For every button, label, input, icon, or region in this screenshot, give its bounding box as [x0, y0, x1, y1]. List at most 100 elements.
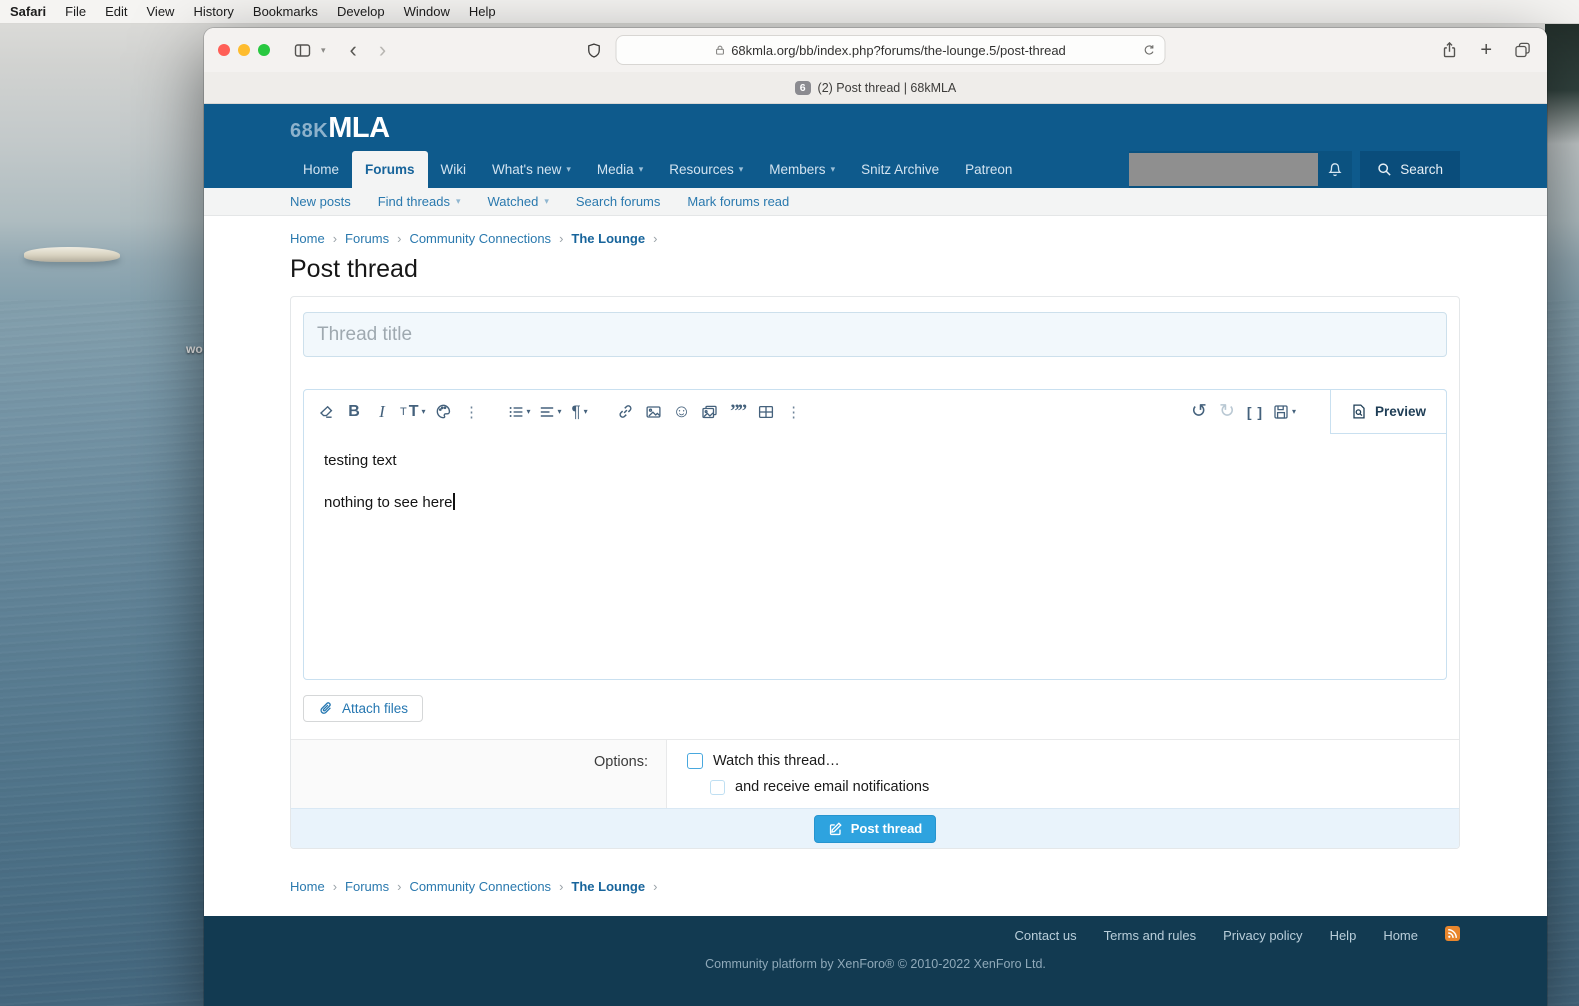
- insert-link-button[interactable]: [612, 398, 640, 426]
- alignment-button[interactable]: ▾: [535, 398, 566, 426]
- text-size-icon: T: [400, 405, 407, 418]
- logo-prefix: 68K: [290, 120, 329, 142]
- logo-suffix: MLA: [328, 112, 390, 144]
- subnav-new-posts[interactable]: New posts: [290, 194, 351, 209]
- breadcrumb-community-connections[interactable]: Community Connections: [409, 231, 551, 246]
- breadcrumb-separator-icon: ›: [653, 231, 658, 246]
- menubar-item-view[interactable]: View: [147, 4, 175, 19]
- menubar-item-develop[interactable]: Develop: [337, 4, 385, 19]
- footer-home[interactable]: Home: [1383, 928, 1418, 943]
- back-button[interactable]: ‹: [350, 39, 357, 61]
- post-thread-label: Post thread: [850, 821, 923, 836]
- insert-image-button[interactable]: [640, 398, 668, 426]
- privacy-shield-icon[interactable]: [586, 42, 601, 59]
- drafts-button[interactable]: ▾: [1269, 398, 1300, 426]
- account-menu[interactable]: [1129, 151, 1353, 188]
- italic-button[interactable]: I: [368, 398, 396, 426]
- footer-help[interactable]: Help: [1330, 928, 1357, 943]
- more-format-options-button[interactable]: ⋮: [458, 398, 486, 426]
- breadcrumb-forums[interactable]: Forums: [345, 879, 389, 894]
- sidebar-chevron-icon[interactable]: ▾: [321, 45, 326, 56]
- forum-header: 68K MLA Home Forums Wiki What's new ▾ Med…: [204, 104, 1547, 188]
- subnav-watched[interactable]: Watched ▾: [488, 194, 549, 209]
- eraser-icon: [318, 404, 334, 420]
- nav-item-snitz-archive[interactable]: Snitz Archive: [848, 151, 952, 188]
- more-insert-options-button[interactable]: ⋮: [780, 398, 808, 426]
- menubar-item-history[interactable]: History: [193, 4, 233, 19]
- insert-quote-button[interactable]: ””: [724, 398, 752, 426]
- bold-button[interactable]: B: [340, 398, 368, 426]
- minimize-window-button[interactable]: [238, 44, 250, 56]
- remove-format-button[interactable]: [312, 398, 340, 426]
- breadcrumb-the-lounge[interactable]: The Lounge: [571, 231, 645, 246]
- nav-item-whats-new[interactable]: What's new ▾: [479, 151, 584, 188]
- email-notifications-checkbox[interactable]: [710, 779, 725, 795]
- undo-button[interactable]: ↺: [1185, 398, 1213, 426]
- email-notifications-label[interactable]: and receive email notifications: [735, 779, 929, 795]
- footer-terms-and-rules[interactable]: Terms and rules: [1104, 928, 1196, 943]
- tab-overview-button[interactable]: [1514, 42, 1531, 58]
- breadcrumb-community-connections[interactable]: Community Connections: [409, 879, 551, 894]
- list-button[interactable]: ▾: [504, 398, 535, 426]
- insert-table-button[interactable]: [752, 398, 780, 426]
- menubar-item-bookmarks[interactable]: Bookmarks: [253, 4, 318, 19]
- breadcrumb-home[interactable]: Home: [290, 879, 325, 894]
- reload-icon[interactable]: [1142, 44, 1155, 57]
- footer-contact-us[interactable]: Contact us: [1014, 928, 1076, 943]
- new-tab-button[interactable]: +: [1480, 39, 1492, 62]
- subnav-mark-forums-read[interactable]: Mark forums read: [687, 194, 789, 209]
- nav-item-home[interactable]: Home: [290, 151, 352, 188]
- bell-icon[interactable]: [1327, 162, 1343, 178]
- forward-button[interactable]: ›: [379, 39, 386, 61]
- nav-item-resources[interactable]: Resources ▾: [656, 151, 756, 188]
- zoom-window-button[interactable]: [258, 44, 270, 56]
- attach-files-button[interactable]: Attach files: [303, 695, 424, 722]
- text-size-button[interactable]: T T ▾: [396, 398, 430, 426]
- text-color-button[interactable]: [430, 398, 458, 426]
- nav-item-forums[interactable]: Forums: [352, 151, 428, 188]
- watch-thread-label[interactable]: Watch this thread…: [713, 753, 840, 769]
- web-page: 68K MLA Home Forums Wiki What's new ▾ Med…: [204, 104, 1547, 1006]
- address-bar[interactable]: 68kmla.org/bb/index.php?forums/the-loung…: [615, 35, 1165, 65]
- close-window-button[interactable]: [218, 44, 230, 56]
- preview-button[interactable]: Preview: [1330, 389, 1447, 434]
- search-button[interactable]: Search: [1360, 151, 1460, 188]
- subnav-search-forums[interactable]: Search forums: [576, 194, 661, 209]
- menubar-item-file[interactable]: File: [65, 4, 86, 19]
- paperclip-icon: [318, 701, 333, 716]
- breadcrumb-separator-icon: ›: [332, 231, 338, 246]
- tab-bar[interactable]: 6 (2) Post thread | 68kMLA: [204, 72, 1547, 104]
- redo-button[interactable]: ↻: [1213, 398, 1241, 426]
- submit-section: Post thread: [291, 808, 1459, 848]
- subnav-find-threads[interactable]: Find threads ▾: [378, 194, 461, 209]
- watch-thread-checkbox[interactable]: [687, 753, 703, 769]
- menubar-item-window[interactable]: Window: [404, 4, 450, 19]
- post-thread-button[interactable]: Post thread: [813, 814, 937, 843]
- menubar-item-help[interactable]: Help: [469, 4, 496, 19]
- gallery-icon: [701, 404, 718, 420]
- sidebar-toggle-button[interactable]: [294, 43, 311, 58]
- nav-item-members[interactable]: Members ▾: [756, 151, 848, 188]
- nav-item-wiki[interactable]: Wiki: [428, 151, 480, 188]
- breadcrumb-the-lounge[interactable]: The Lounge: [571, 879, 645, 894]
- nav-item-media[interactable]: Media ▾: [584, 151, 656, 188]
- insert-gallery-button[interactable]: [696, 398, 724, 426]
- thread-title-input[interactable]: [303, 312, 1447, 357]
- menubar-item-edit[interactable]: Edit: [105, 4, 127, 19]
- search-label: Search: [1400, 162, 1443, 177]
- toggle-bbcode-button[interactable]: [ ]: [1241, 398, 1269, 426]
- editor-body[interactable]: testing text nothing to see here: [304, 433, 1446, 679]
- insert-smilie-button[interactable]: ☺: [668, 398, 696, 426]
- menubar-item-safari[interactable]: Safari: [10, 4, 46, 19]
- rss-button[interactable]: [1445, 926, 1460, 944]
- paragraph-format-button[interactable]: ¶ ▾: [566, 398, 594, 426]
- wallpaper-island: [24, 247, 120, 262]
- share-button[interactable]: [1441, 41, 1458, 59]
- chevron-down-icon: ▾: [566, 164, 571, 174]
- breadcrumb-forums[interactable]: Forums: [345, 231, 389, 246]
- breadcrumb-separator-icon: ›: [397, 879, 402, 894]
- breadcrumb-home[interactable]: Home: [290, 231, 325, 246]
- nav-item-patreon[interactable]: Patreon: [952, 151, 1025, 188]
- site-logo[interactable]: 68K MLA: [290, 112, 390, 145]
- footer-privacy-policy[interactable]: Privacy policy: [1223, 928, 1302, 943]
